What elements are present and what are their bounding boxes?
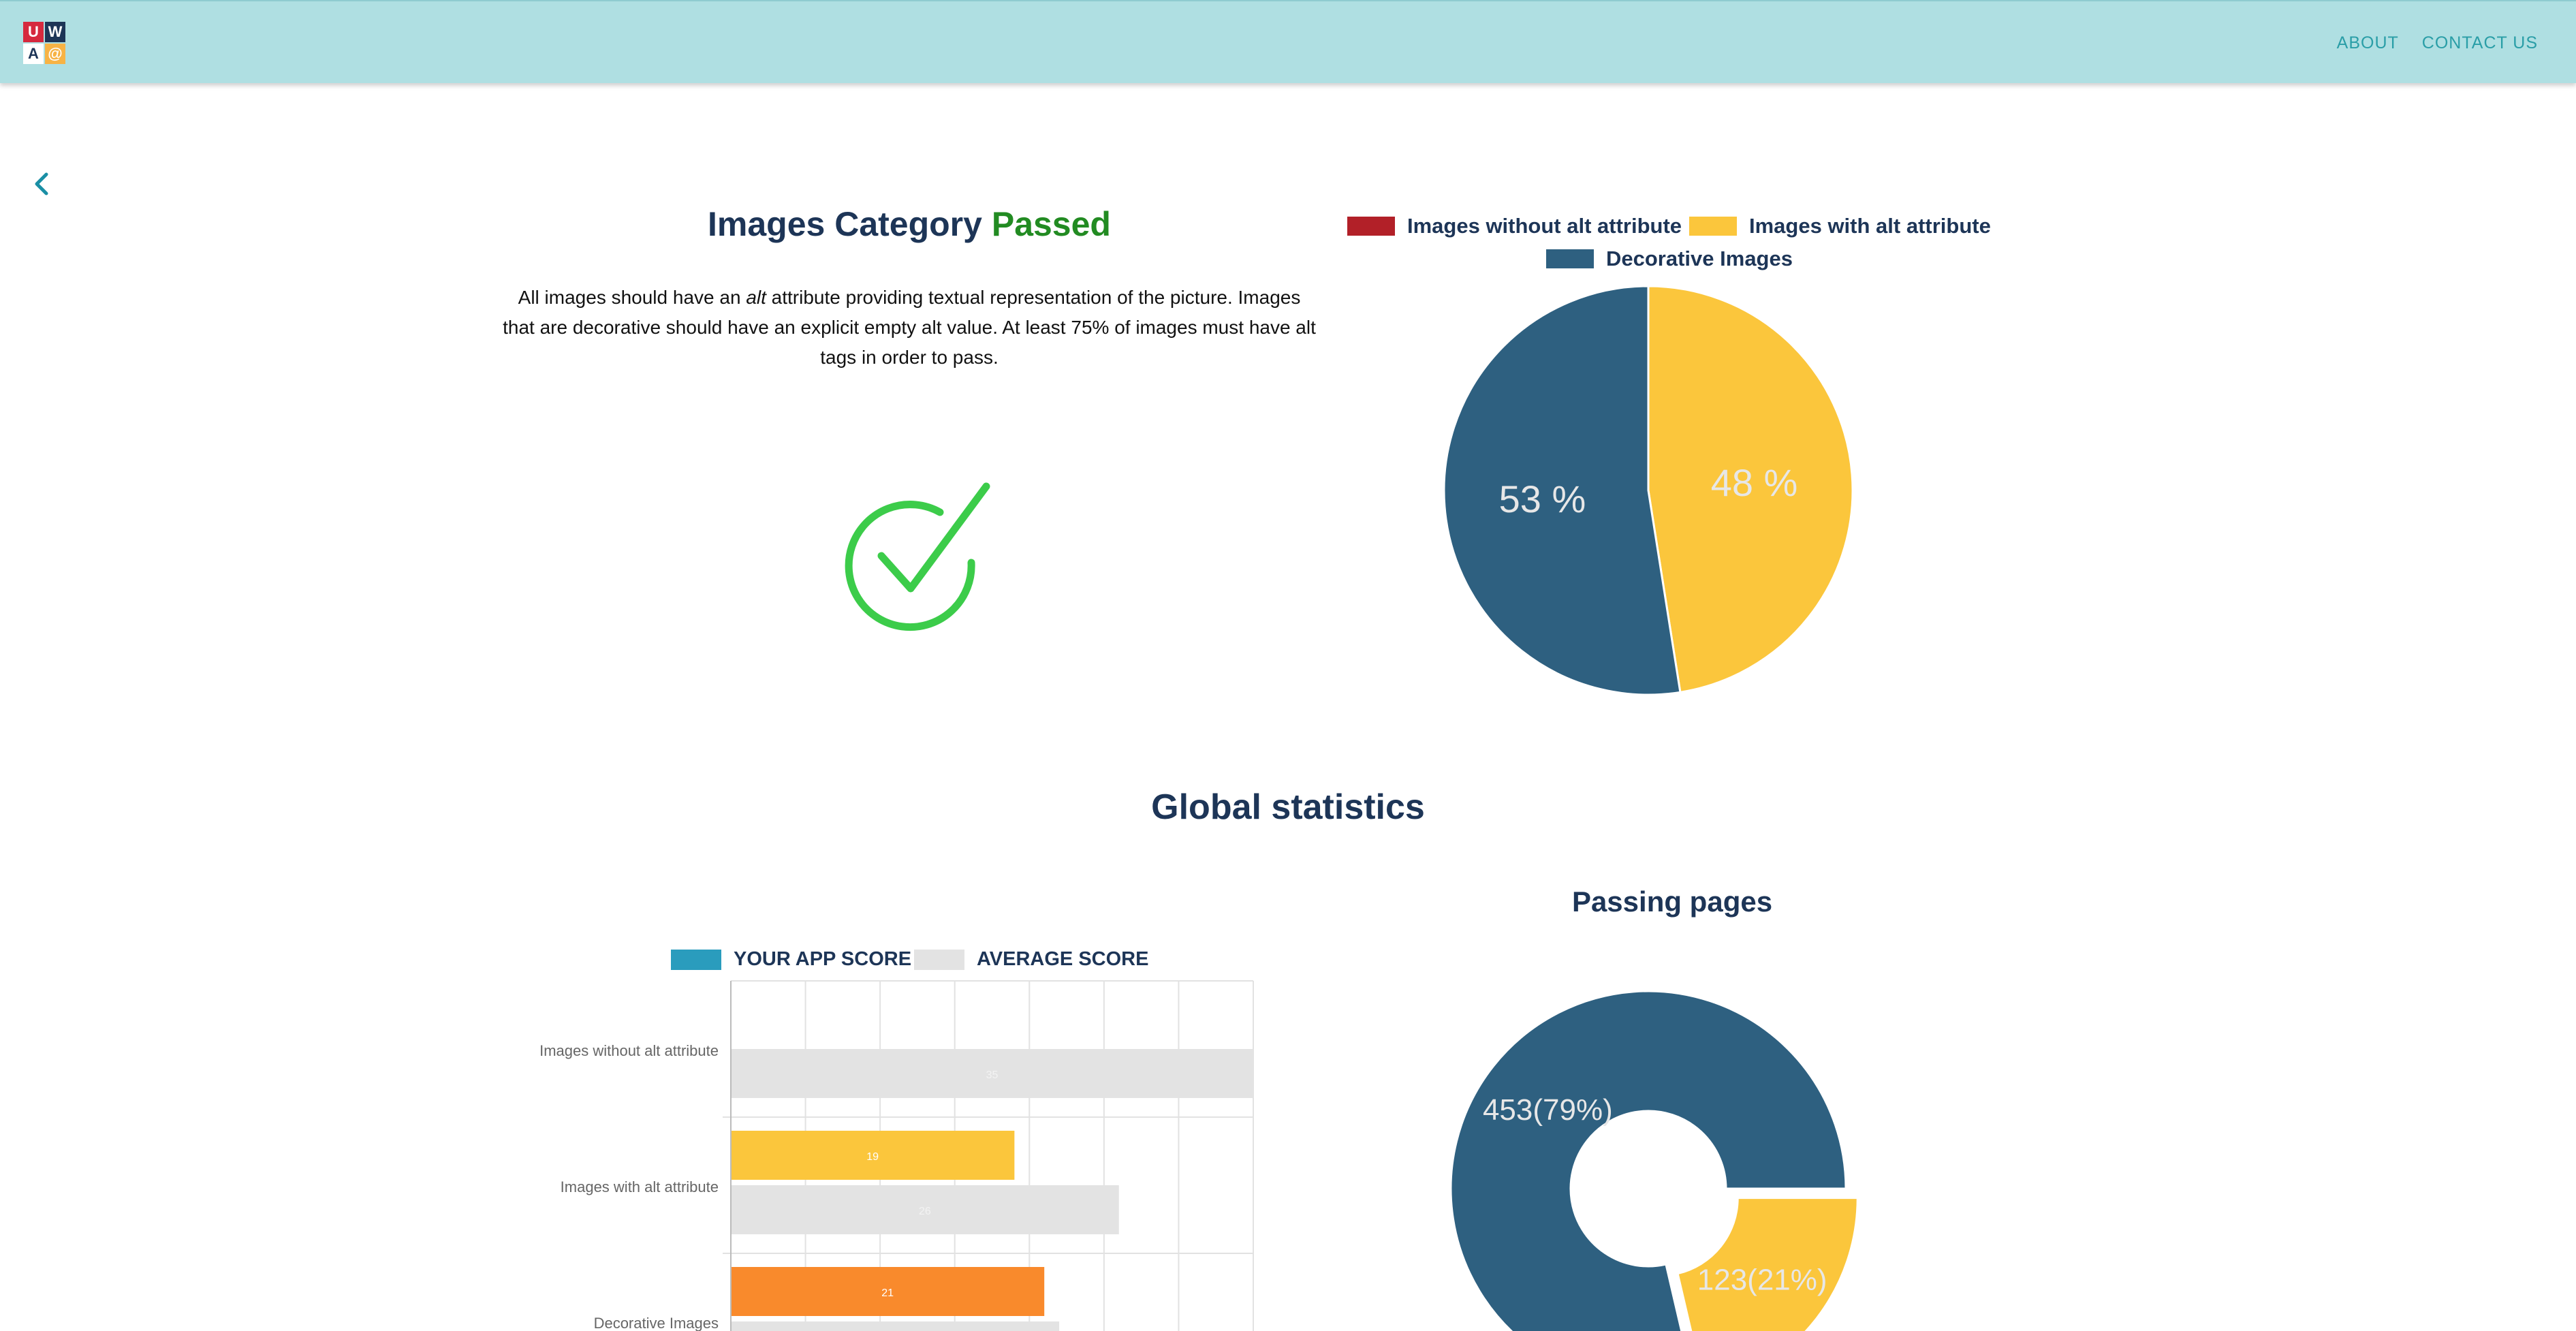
images-pie-chart: 48 % 53 % <box>1443 285 1854 696</box>
legend-label: Decorative Images <box>1606 247 1793 270</box>
logo-cell-a: A <box>23 44 44 64</box>
passing-pages-title: Passing pages <box>1571 886 1773 918</box>
global-statistics-title: Global statistics <box>1151 787 1425 827</box>
description-alt-word: alt <box>746 287 766 308</box>
passing-pages-donut-chart: 453(79%) 123(21%) <box>1449 990 1859 1331</box>
logo-cell-u: U <box>23 22 44 42</box>
category-description: All images should have an alt attribute … <box>501 283 1318 373</box>
legend-label: Images with alt attribute <box>1749 214 1991 238</box>
donut-slice-label: 453(79%) <box>1483 1093 1613 1127</box>
bar-value-label: 21 <box>881 1287 894 1299</box>
logo-cell-w: W <box>45 22 65 42</box>
category-title: Images Category Passed <box>501 204 1318 244</box>
donut-slice-label: 123(21%) <box>1697 1264 1827 1297</box>
passed-check-icon <box>845 482 990 631</box>
legend-swatch <box>1689 217 1737 236</box>
nav-about-link[interactable]: ABOUT <box>2337 33 2399 53</box>
category-title-prefix: Images Category <box>708 205 992 243</box>
legend-swatch <box>1546 249 1594 268</box>
nav-links: ABOUT CONTACT US <box>2337 1 2538 84</box>
pie-slice-label: 48 % <box>1711 461 1798 504</box>
legend-swatch <box>914 949 964 970</box>
pie-legend-decorative[interactable]: Decorative Images <box>1546 247 1793 271</box>
pie-legend-without-alt[interactable]: Images without alt attribute <box>1347 214 1682 238</box>
bar-category-label: Decorative Images <box>594 1315 719 1331</box>
app-logo[interactable]: U W A @ <box>23 22 65 65</box>
bar-value-label: 26 <box>919 1206 931 1217</box>
bar-average[interactable] <box>731 1321 1060 1331</box>
pie-slice-label: 53 % <box>1499 477 1586 520</box>
legend-swatch <box>1347 217 1395 236</box>
category-status: Passed <box>991 205 1111 243</box>
nav-contact-link[interactable]: CONTACT US <box>2422 33 2538 53</box>
bar-value-label: 19 <box>866 1151 879 1163</box>
bar-category-label: Images with alt attribute <box>561 1178 719 1195</box>
bar-category-label: Images without alt attribute <box>539 1042 719 1059</box>
back-chevron-icon[interactable] <box>31 170 52 198</box>
pie-legend-with-alt[interactable]: Images with alt attribute <box>1689 214 1991 238</box>
description-part-1: All images should have an <box>518 287 747 308</box>
logo-cell-at: @ <box>45 44 65 64</box>
global-bar-chart: Images without alt attribute 35 Images wit… <box>539 980 1254 1331</box>
bar-value-label: 35 <box>986 1069 999 1081</box>
top-navigation-bar: U W A @ ABOUT CONTACT US <box>0 0 2576 83</box>
legend-label: Images without alt attribute <box>1407 214 1682 238</box>
legend-swatch <box>671 949 721 970</box>
